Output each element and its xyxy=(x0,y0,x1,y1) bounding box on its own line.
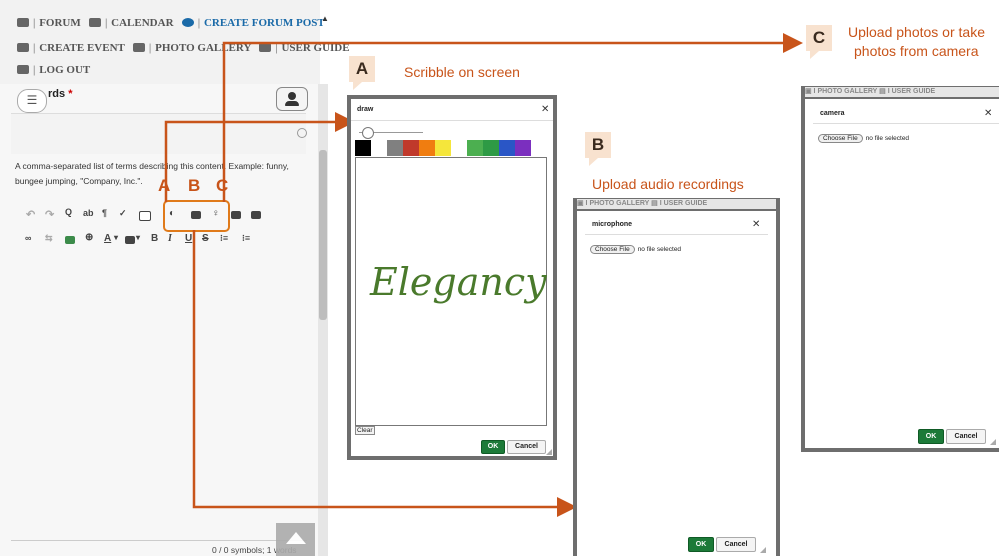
close-icon[interactable]: ✕ xyxy=(984,108,992,119)
callout-tag-a: A xyxy=(349,56,375,90)
callout-text-c-line2: photos from camera xyxy=(854,43,979,59)
color-swatch[interactable] xyxy=(435,140,451,156)
camera-file-input[interactable]: Choose File no file selected xyxy=(818,134,909,143)
callout-text-c-line1: Upload photos or take xyxy=(848,24,985,40)
camera-dialog-title: camera xyxy=(820,110,845,117)
mic-ghost-header: ▣ I PHOTO GALLERY ▤ I USER GUIDE xyxy=(577,199,776,209)
camera-ok-button[interactable]: OK xyxy=(918,429,944,444)
color-swatch[interactable] xyxy=(451,140,467,156)
scribble-text: Elegancy xyxy=(370,260,547,304)
color-swatch[interactable] xyxy=(499,140,515,156)
camera-dialog xyxy=(805,99,999,448)
camera-cancel-button[interactable]: Cancel xyxy=(946,429,986,444)
callout-text-b: Upload audio recordings xyxy=(592,176,744,192)
clear-button[interactable]: Clear xyxy=(355,426,375,435)
connector-a xyxy=(164,112,355,202)
color-palette xyxy=(355,140,531,156)
color-swatch[interactable] xyxy=(355,140,371,156)
callout-tag-c: C xyxy=(806,25,832,59)
choose-file-button[interactable]: Choose File xyxy=(818,134,863,143)
mic-cancel-button[interactable]: Cancel xyxy=(716,537,756,552)
color-swatch[interactable] xyxy=(371,140,387,156)
callout-text-a: Scribble on screen xyxy=(404,64,520,80)
close-icon[interactable]: ✕ xyxy=(541,104,549,115)
color-swatch[interactable] xyxy=(483,140,499,156)
camera-ghost-header: ▣ I PHOTO GALLERY ▤ I USER GUIDE xyxy=(805,87,999,97)
draw-dialog-title: draw xyxy=(357,106,374,113)
color-swatch[interactable] xyxy=(515,140,531,156)
color-swatch[interactable] xyxy=(387,140,403,156)
draw-ok-button[interactable]: OK xyxy=(481,440,505,454)
resize-grip-icon[interactable] xyxy=(546,449,552,455)
color-swatch[interactable] xyxy=(467,140,483,156)
color-swatch[interactable] xyxy=(419,140,435,156)
choose-file-button[interactable]: Choose File xyxy=(590,245,635,254)
mic-dialog xyxy=(577,211,776,556)
no-file-label: no file selected xyxy=(865,135,910,142)
close-icon[interactable]: ✕ xyxy=(752,219,760,230)
mic-ok-button[interactable]: OK xyxy=(688,537,714,552)
resize-grip-icon[interactable] xyxy=(760,547,766,553)
callout-tag-b: B xyxy=(585,132,611,166)
color-swatch[interactable] xyxy=(403,140,419,156)
no-file-label: no file selected xyxy=(637,246,682,253)
mic-file-input[interactable]: Choose File no file selected xyxy=(590,245,681,254)
resize-grip-icon[interactable] xyxy=(990,439,996,445)
mic-dialog-title: microphone xyxy=(592,221,633,228)
draw-cancel-button[interactable]: Cancel xyxy=(507,440,546,454)
brush-size-handle[interactable] xyxy=(362,127,374,139)
